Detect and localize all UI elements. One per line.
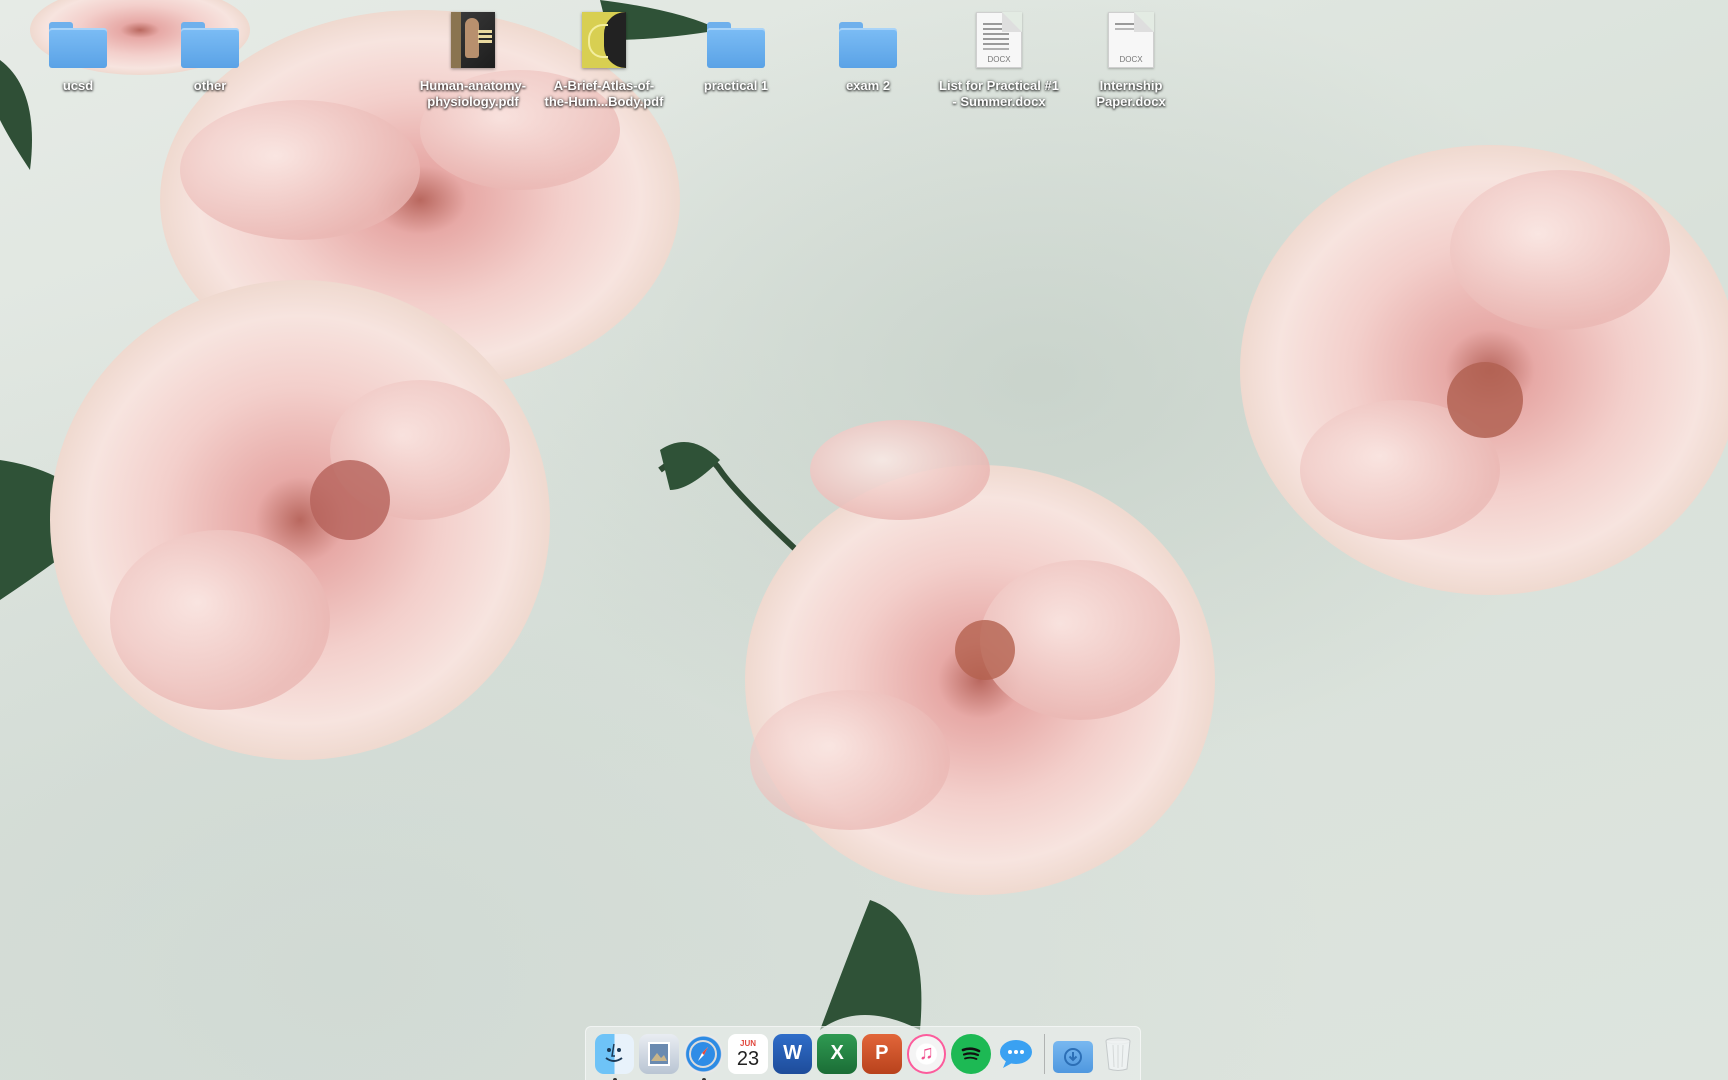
speech-bubble-icon	[999, 1039, 1032, 1068]
docx-document-icon: DOCX	[1099, 6, 1163, 68]
desktop-icon-exam-2[interactable]: exam 2	[802, 6, 934, 94]
folder-icon	[46, 6, 110, 68]
spotify-icon	[961, 1046, 981, 1060]
folder-icon	[704, 6, 768, 68]
finder-icon	[605, 1043, 623, 1062]
calendar-month: JUN	[740, 1038, 757, 1048]
desktop-icon-brief-atlas-pdf[interactable]: A-Brief-Atlas-of- the-Hum...Body.pdf	[538, 6, 670, 110]
dock-calendar[interactable]: JUN 23	[728, 1033, 768, 1074]
desktop-icon-human-anatomy-pdf[interactable]: Human-anatomy- physiology.pdf	[407, 6, 539, 110]
docx-document-icon: DOCX	[967, 6, 1031, 68]
downloads-folder-icon	[1064, 1047, 1083, 1066]
desktop-icon-label: List for Practical #1 - Summer.docx	[939, 78, 1059, 109]
desktop-icon-label: other	[193, 78, 227, 93]
trash-icon	[1105, 1037, 1131, 1071]
excel-icon: X	[830, 1042, 844, 1064]
desktop-icon-label: Internship Paper.docx	[1096, 78, 1166, 109]
dock-finder[interactable]	[594, 1033, 635, 1080]
desktop-icon-other[interactable]: other	[144, 6, 276, 94]
file-extension-label: DOCX	[987, 55, 1011, 64]
safari-compass-icon	[689, 1039, 718, 1068]
dock-excel[interactable]: X	[817, 1033, 857, 1074]
folder-icon	[836, 6, 900, 68]
pdf-document-icon	[572, 6, 636, 68]
dock-safari[interactable]	[683, 1033, 724, 1080]
dock-word[interactable]: W	[772, 1033, 813, 1074]
dock-preview[interactable]	[639, 1033, 679, 1074]
dock-separator	[1043, 1033, 1045, 1074]
word-icon: W	[783, 1042, 803, 1064]
desktop-icon-label: A-Brief-Atlas-of- the-Hum...Body.pdf	[544, 78, 664, 109]
desktop-icon-label: Human-anatomy- physiology.pdf	[419, 78, 527, 109]
desktop-icon-list-for-practical-docx[interactable]: DOCX List for Practical #1 - Summer.docx	[933, 6, 1065, 110]
calendar-day: 23	[736, 1047, 760, 1070]
dock: JUN 23 W X P ♫	[585, 1026, 1141, 1080]
desktop-icon-label: exam 2	[845, 78, 891, 93]
pdf-document-icon	[441, 6, 505, 68]
dock-itunes[interactable]: ♫	[906, 1033, 947, 1074]
dock-trash[interactable]	[1098, 1034, 1138, 1074]
desktop-wallpaper	[0, 0, 1728, 1080]
file-extension-label: DOCX	[1119, 55, 1143, 64]
dock-powerpoint[interactable]: P	[861, 1033, 902, 1074]
desktop-icon-internship-paper-docx[interactable]: DOCX Internship Paper.docx	[1065, 6, 1197, 110]
folder-icon	[178, 6, 242, 68]
dock-spotify[interactable]	[951, 1033, 991, 1074]
desktop-icon-ucsd[interactable]: ucsd	[12, 6, 144, 94]
powerpoint-icon: P	[875, 1042, 889, 1064]
preview-icon	[647, 1041, 670, 1066]
dock-downloads[interactable]	[1053, 1040, 1093, 1073]
desktop-icon-practical-1[interactable]: practical 1	[670, 6, 802, 94]
rose-wallpaper-art	[0, 0, 1728, 1030]
dock-messages[interactable]	[996, 1034, 1036, 1074]
desktop-icon-label: practical 1	[703, 78, 769, 93]
music-note-icon: ♫	[918, 1042, 934, 1064]
desktop-icon-label: ucsd	[62, 78, 94, 93]
